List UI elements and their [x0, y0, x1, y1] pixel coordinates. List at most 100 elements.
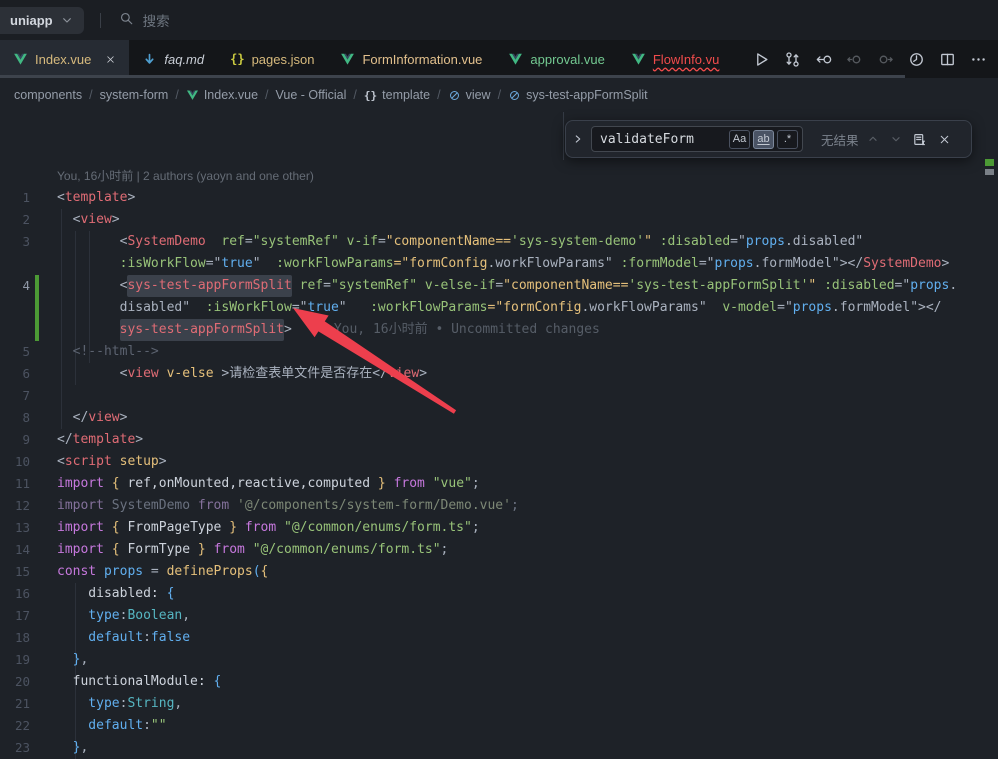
tab-approval-vue[interactable]: approval.vue — [495, 40, 617, 78]
gutter — [30, 429, 57, 451]
tab-pages-json[interactable]: {}pages.json — [217, 40, 327, 78]
breadcrumb-item-template[interactable]: {}template — [364, 88, 430, 102]
code-token: { — [112, 539, 120, 561]
find-collapse-chevron-icon[interactable] — [570, 132, 586, 146]
code-line: 23 }, — [0, 737, 998, 759]
code-token: =" — [895, 275, 911, 297]
code-token: < — [57, 209, 80, 231]
more-actions-icon[interactable] — [968, 49, 988, 69]
gutter — [30, 671, 57, 693]
code-line: 14import { FormType } from "@/common/enu… — [0, 539, 998, 561]
gutter — [30, 715, 57, 737]
git-compare-icon[interactable] — [782, 49, 802, 69]
breadcrumb-separator: / — [437, 88, 440, 102]
code-token — [57, 319, 120, 341]
global-search[interactable]: 搜索 — [119, 10, 170, 30]
breadcrumb-item-sys-test-appformsplit[interactable]: sys-test-appFormSplit — [508, 88, 648, 102]
next-match-button[interactable] — [887, 132, 905, 146]
history-icon[interactable] — [906, 49, 926, 69]
code-token: > — [135, 429, 143, 451]
code-token: =" — [699, 253, 715, 275]
code-token — [57, 737, 73, 759]
line-number: 14 — [0, 539, 30, 561]
code-token: 'sys-test-appFormSplit' — [628, 275, 808, 297]
code-line: 3 <SystemDemo ref="systemRef" v-if="comp… — [0, 231, 998, 253]
code-token: "@/common/enums/form.ts" — [253, 539, 441, 561]
editor-code[interactable]: You, 16小时前 | 2 authors (yaoyn and one ot… — [0, 165, 998, 759]
code-token: setup — [120, 451, 159, 473]
code-token: "componentName== — [386, 231, 511, 253]
find-widget-sash[interactable] — [563, 112, 564, 160]
workspace-switcher[interactable]: uniapp — [0, 7, 84, 34]
code-token: "componentName== — [503, 275, 628, 297]
code-token: , — [182, 605, 190, 627]
code-token: :workFlowParams — [261, 253, 394, 275]
breadcrumb-item-components[interactable]: components — [14, 88, 82, 102]
gutter — [30, 363, 57, 385]
open-changes-icon[interactable] — [813, 49, 833, 69]
breadcrumb-item-index-vue[interactable]: Index.vue — [186, 88, 258, 102]
modified-line-indicator — [35, 319, 39, 341]
regex-toggle[interactable]: .* — [777, 130, 798, 149]
inline-blame: You, 16小时前 • Uncommitted changes — [292, 319, 600, 341]
code-token: =" — [730, 231, 746, 253]
run-icon[interactable] — [751, 49, 771, 69]
tab-label: Index.vue — [35, 52, 91, 67]
breadcrumb-label: components — [14, 88, 82, 102]
code-token: disabled" — [57, 297, 190, 319]
find-close-button[interactable] — [935, 133, 955, 146]
code-token: ( — [253, 561, 261, 583]
code-token: =" — [488, 297, 504, 319]
code-token: :isWorkFlow — [190, 297, 292, 319]
breadcrumb-item-system-form[interactable]: system-form — [100, 88, 169, 102]
code-token: =" — [292, 297, 308, 319]
gutter — [30, 209, 57, 231]
code-token — [57, 341, 73, 363]
code-token — [104, 517, 112, 539]
whole-word-toggle[interactable]: ab — [753, 130, 774, 149]
code-token: < — [57, 231, 127, 253]
line-number — [0, 297, 30, 319]
code-token: " — [253, 253, 261, 275]
code-token: type — [57, 693, 120, 715]
find-query-text[interactable]: validateForm — [600, 132, 726, 147]
code-token: template — [65, 187, 128, 209]
code-line: 17 type:Boolean, — [0, 605, 998, 627]
line-number: 23 — [0, 737, 30, 759]
title-bar: uniapp 搜索 — [0, 0, 998, 40]
code-token: :isWorkFlow — [57, 253, 206, 275]
editor-pane[interactable]: You, 16小时前 | 2 authors (yaoyn and one ot… — [0, 112, 998, 754]
code-token — [707, 297, 723, 319]
tab-bar: Index.vue faq.md {}pages.jsonFormInformati… — [0, 40, 998, 78]
code-token: "" — [151, 715, 167, 737]
overview-ruler-search-marker — [985, 169, 994, 175]
match-case-toggle[interactable]: Aa — [729, 130, 750, 149]
tab-label: faq.md — [164, 52, 204, 67]
tab-flowinfo-vu[interactable]: FlowInfo.vu — [618, 40, 732, 78]
code-line: 1<template> — [0, 187, 998, 209]
breadcrumb-separator: / — [175, 88, 178, 102]
split-editor-icon[interactable] — [937, 49, 957, 69]
code-lens-blame[interactable]: You, 16小时前 | 2 authors (yaoyn and one ot… — [0, 165, 998, 187]
code-token — [221, 517, 229, 539]
find-in-selection-button[interactable] — [910, 132, 930, 147]
tab-index-vue[interactable]: Index.vue — [0, 40, 129, 78]
code-token: : — [143, 715, 151, 737]
code-token — [425, 473, 433, 495]
breadcrumb-item-view[interactable]: view — [448, 88, 491, 102]
tab-close-icon[interactable] — [105, 54, 116, 65]
previous-match-button[interactable] — [864, 132, 882, 146]
tab-faq-md[interactable]: faq.md — [129, 40, 217, 78]
code-token: '@/components/system-form/Demo.vue' — [237, 495, 511, 517]
gutter — [30, 627, 57, 649]
gutter — [30, 341, 57, 363]
code-token — [159, 363, 167, 385]
code-token: } — [73, 649, 81, 671]
code-token: </ — [57, 407, 88, 429]
code-token: ></ — [918, 297, 941, 319]
code-token: view — [80, 209, 111, 231]
code-line: 18 default:false — [0, 627, 998, 649]
find-input[interactable]: validateForm Aa ab .* — [591, 126, 803, 152]
breadcrumb-item-vue-official[interactable]: Vue - Official — [276, 88, 347, 102]
tab-forminformation-vue[interactable]: FormInformation.vue — [327, 40, 495, 78]
